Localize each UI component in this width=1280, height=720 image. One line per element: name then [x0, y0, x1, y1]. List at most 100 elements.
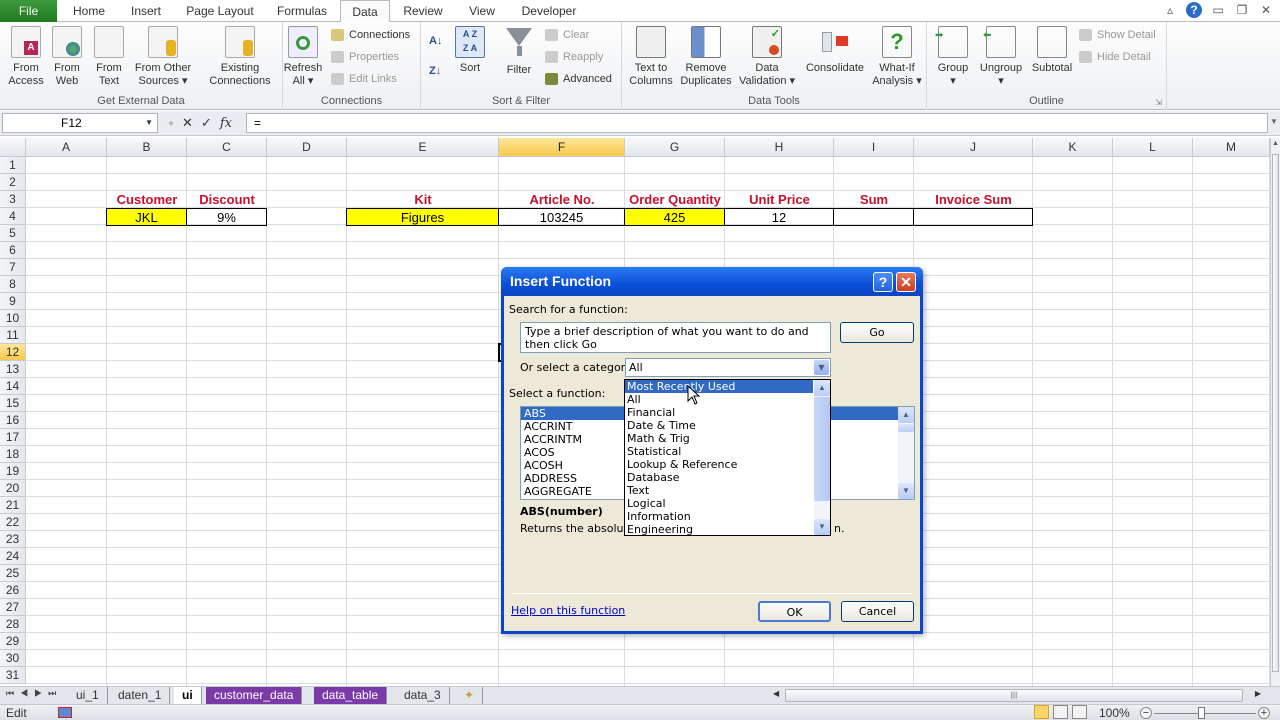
row-header-19[interactable]: 19	[0, 463, 26, 480]
header-article-no[interactable]: Article No.	[499, 191, 625, 208]
minimize-window-icon[interactable]: ▭	[1210, 2, 1226, 18]
hide-detail-button[interactable]: Hide Detail	[1079, 48, 1151, 66]
restore-window-icon[interactable]: ❐	[1234, 2, 1250, 18]
chevron-down-icon[interactable]: ▼	[814, 360, 829, 375]
header-invoice-sum[interactable]: Invoice Sum	[914, 191, 1033, 208]
cell-unit-price[interactable]: 12	[724, 208, 834, 226]
properties-button[interactable]: Properties	[331, 48, 399, 66]
row-header-20[interactable]: 20	[0, 480, 26, 497]
category-option[interactable]: Date & Time	[625, 419, 813, 432]
column-header-g[interactable]: G	[625, 138, 725, 157]
function-list-scrollbar[interactable]: ▲ ▼	[898, 407, 914, 499]
chevron-down-icon[interactable]: ▼	[145, 114, 153, 132]
sheet-tab-ui-1[interactable]: ui_1	[68, 687, 108, 704]
cell-article-no[interactable]: 103245	[498, 208, 625, 226]
enter-icon[interactable]: ✓	[201, 115, 212, 131]
row-header-27[interactable]: 27	[0, 599, 26, 616]
vertical-scrollbar[interactable]: ▲	[1270, 138, 1280, 686]
existing-connections-button[interactable]: Existing Connections	[205, 26, 275, 88]
scroll-right-icon[interactable]: ▶	[1255, 689, 1261, 698]
row-header-23[interactable]: 23	[0, 531, 26, 548]
show-detail-button[interactable]: Show Detail	[1079, 26, 1156, 44]
page-break-view-icon[interactable]	[1072, 705, 1087, 719]
expand-formula-bar-icon[interactable]: ▼	[1268, 117, 1280, 126]
tab-view[interactable]: View	[460, 0, 504, 22]
row-header-3[interactable]: 3	[0, 191, 26, 208]
scroll-left-icon[interactable]: ◀	[773, 689, 779, 698]
header-sum[interactable]: Sum	[834, 191, 914, 208]
sheet-tab-ui[interactable]: ui	[174, 687, 202, 704]
column-header-d[interactable]: D	[267, 138, 347, 157]
row-header-7[interactable]: 7	[0, 259, 26, 276]
cell-invoice-sum[interactable]	[913, 208, 1033, 226]
cell-customer[interactable]: JKL	[106, 208, 187, 226]
consolidate-button[interactable]: Consolidate	[802, 26, 868, 75]
function-search-input[interactable]: Type a brief description of what you wan…	[520, 322, 831, 353]
help-on-function-link[interactable]: Help on this function	[511, 604, 625, 617]
sheet-nav-buttons[interactable]: ⏮◀▶⏭	[6, 688, 62, 699]
category-option[interactable]: Statistical	[625, 445, 813, 458]
formula-input[interactable]: =	[246, 113, 1268, 133]
dialog-help-icon[interactable]: ?	[873, 272, 893, 292]
advanced-button[interactable]: Advanced	[545, 70, 612, 88]
row-header-9[interactable]: 9	[0, 293, 26, 310]
row-header-4[interactable]: 4	[0, 208, 26, 225]
sheet-tab-data-table[interactable]: data_table	[314, 687, 388, 704]
column-header-i[interactable]: I	[834, 138, 914, 157]
close-window-icon[interactable]: ✕	[1258, 2, 1274, 18]
sort-button[interactable]: A ZZ A Sort	[453, 26, 487, 75]
category-option[interactable]: Engineering	[625, 523, 813, 535]
row-header-2[interactable]: 2	[0, 174, 26, 191]
cancel-button[interactable]: Cancel	[841, 601, 914, 622]
category-scrollbar[interactable]: ▲ ▼	[814, 380, 830, 535]
row-header-17[interactable]: 17	[0, 429, 26, 446]
dialog-launcher-icon[interactable]: ⇲	[1155, 98, 1162, 107]
insert-function-icon[interactable]: fx	[220, 116, 232, 131]
category-select[interactable]: All ▼	[625, 358, 831, 377]
row-header-24[interactable]: 24	[0, 548, 26, 565]
connections-button[interactable]: Connections	[331, 26, 410, 44]
subtotal-button[interactable]: Subtotal	[1027, 26, 1077, 75]
from-web-button[interactable]: From Web	[48, 26, 86, 88]
scroll-down-icon[interactable]: ▼	[814, 519, 830, 535]
horizontal-scrollbar[interactable]: ◀ |||| ▶	[765, 689, 1265, 702]
row-header-10[interactable]: 10	[0, 310, 26, 327]
scroll-up-icon[interactable]: ▲	[814, 380, 830, 396]
row-header-8[interactable]: 8	[0, 276, 26, 293]
row-header-26[interactable]: 26	[0, 582, 26, 599]
cell-discount[interactable]: 9%	[186, 208, 267, 226]
horizontal-scroll-thumb[interactable]: ||||	[785, 689, 1243, 702]
sheet-tab-daten-1[interactable]: daten_1	[110, 687, 171, 704]
scroll-up-icon[interactable]: ▲	[898, 407, 914, 423]
category-dropdown-list[interactable]: Most Recently Used All Financial Date & …	[624, 379, 831, 536]
page-layout-view-icon[interactable]	[1053, 705, 1068, 719]
header-customer[interactable]: Customer	[107, 191, 187, 208]
reapply-button[interactable]: Reapply	[545, 48, 603, 66]
sheet-tab-customer-data[interactable]: customer_data	[206, 687, 303, 704]
tab-insert[interactable]: Insert	[122, 0, 170, 22]
category-option[interactable]: Database	[625, 471, 813, 484]
zoom-out-icon[interactable]: −	[1140, 707, 1152, 719]
header-unit-price[interactable]: Unit Price	[725, 191, 834, 208]
vertical-scroll-thumb[interactable]	[1272, 154, 1279, 672]
category-option[interactable]: Most Recently Used	[625, 380, 813, 393]
row-header-12[interactable]: 12	[0, 344, 26, 361]
row-header-5[interactable]: 5	[0, 225, 26, 242]
row-header-22[interactable]: 22	[0, 514, 26, 531]
column-header-a[interactable]: A	[26, 138, 107, 157]
category-option[interactable]: Logical	[625, 497, 813, 510]
row-header-28[interactable]: 28	[0, 616, 26, 633]
sort-a-z-button[interactable]: A↓	[429, 32, 442, 50]
category-option[interactable]: Financial	[625, 406, 813, 419]
row-header-25[interactable]: 25	[0, 565, 26, 582]
group-button[interactable]: ➡ Group ▾	[931, 26, 975, 88]
what-if-analysis-button[interactable]: ? What-If Analysis ▾	[872, 26, 922, 88]
scroll-thumb[interactable]	[898, 424, 914, 432]
column-header-l[interactable]: L	[1113, 138, 1193, 157]
cancel-icon[interactable]: ✕	[182, 115, 193, 131]
row-header-21[interactable]: 21	[0, 497, 26, 514]
row-header-16[interactable]: 16	[0, 412, 26, 429]
column-header-h[interactable]: H	[725, 138, 834, 157]
ok-button[interactable]: OK	[758, 601, 831, 622]
column-header-e[interactable]: E	[347, 138, 499, 157]
